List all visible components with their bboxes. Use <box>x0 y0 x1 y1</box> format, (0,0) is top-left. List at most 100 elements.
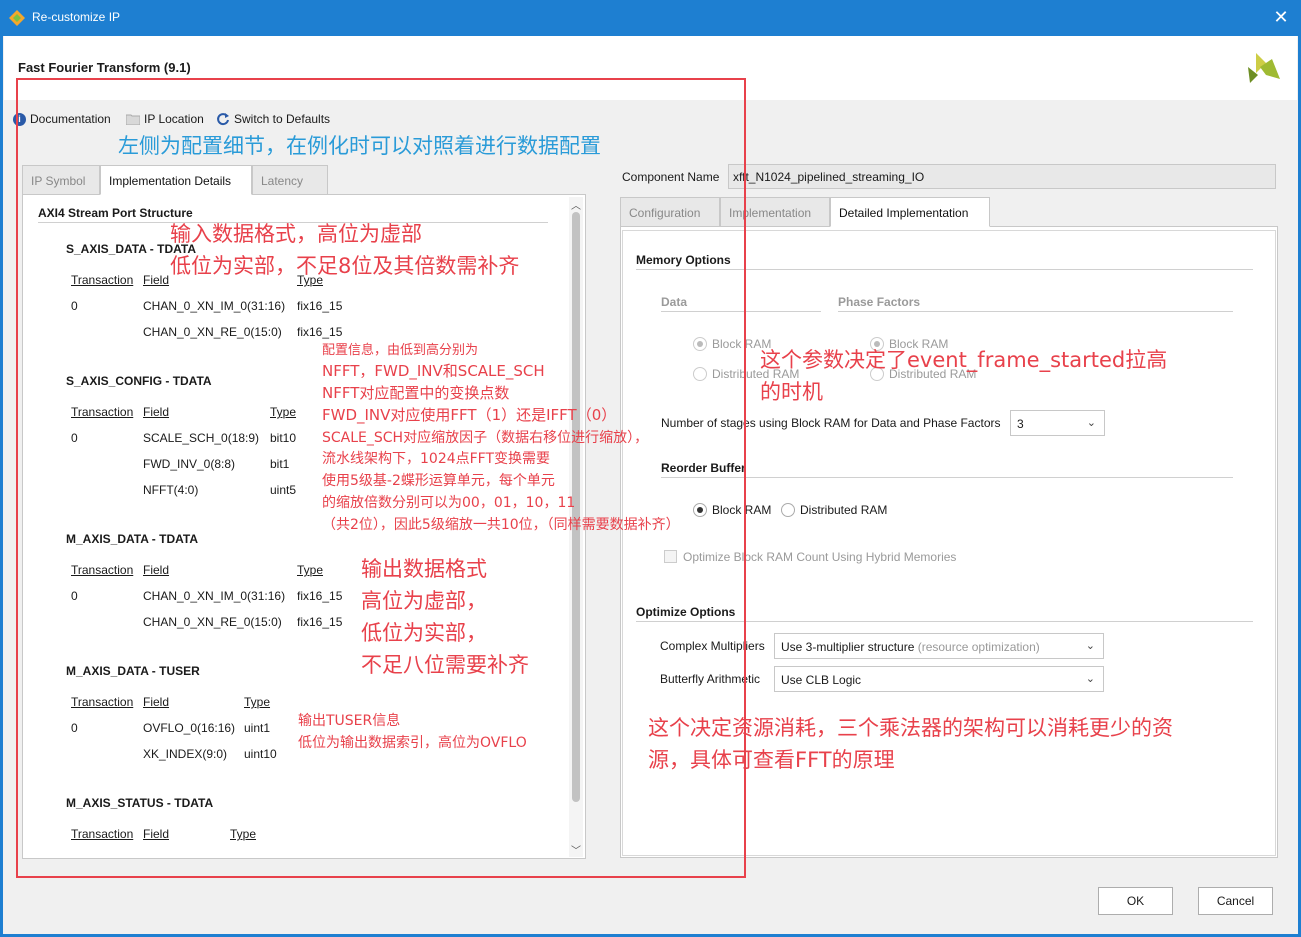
info-icon: i <box>13 112 26 126</box>
annotation-output-format: 不足八位需要补齐 <box>361 653 529 677</box>
switch-defaults-label: Switch to Defaults <box>234 112 331 126</box>
column-header: Type <box>297 563 324 577</box>
header-area <box>4 36 1297 100</box>
column-header: Transaction <box>71 273 134 287</box>
annotation-output-format: 高位为虚部， <box>361 589 487 613</box>
ip-title: Fast Fourier Transform (9.1) <box>18 60 191 75</box>
chevron-down-icon: ⌄ <box>1086 417 1096 429</box>
table-cell: fix16_15 <box>297 615 343 629</box>
table-cell: 0 <box>71 589 78 603</box>
butterfly-arithmetic-value: Use CLB Logic <box>781 673 862 687</box>
stages-value: 3 <box>1017 417 1024 431</box>
ip-location-label: IP Location <box>144 112 204 126</box>
scroll-up-icon[interactable]: ︿ <box>571 197 581 212</box>
tab-ip-symbol[interactable]: IP Symbol <box>22 165 100 195</box>
table-cell: NFFT(4:0) <box>143 483 199 497</box>
annotation-config-line: 配置信息，由低到高分别为 <box>322 343 479 358</box>
annotation-output-format: 输出数据格式 <box>361 557 487 581</box>
annotation-left-note: 左侧为配置细节，在例化时可以对照着进行数据配置 <box>118 134 601 158</box>
table-cell: FWD_INV_0(8:8) <box>143 457 236 471</box>
title-bar: Re-customize IP ✕ <box>0 0 1301 36</box>
annotation-config-line: 流水线架构下，1024点FFT变换需要 <box>322 451 551 467</box>
switch-defaults-button[interactable]: Switch to Defaults <box>216 112 330 126</box>
complex-multipliers-hint: (resource optimization) <box>917 640 1040 654</box>
folder-icon <box>126 114 140 125</box>
group-title: M_AXIS_DATA - TUSER <box>66 664 200 678</box>
table-cell: uint10 <box>244 747 277 761</box>
column-header: Field <box>143 405 170 419</box>
column-header: Field <box>143 563 170 577</box>
table-cell: CHAN_0_XN_RE_0(15:0) <box>143 615 282 629</box>
group-title: M_AXIS_DATA - TDATA <box>66 532 198 546</box>
tab-configuration[interactable]: Configuration <box>620 197 720 227</box>
scroll-down-icon[interactable]: ﹀ <box>571 842 581 857</box>
column-header: Transaction <box>71 827 134 841</box>
memory-options-title: Memory Options <box>636 253 731 267</box>
column-header: Field <box>143 827 170 841</box>
butterfly-arithmetic-label: Butterfly Arithmetic <box>660 672 761 686</box>
data-distributed-ram-radio[interactable] <box>693 367 707 381</box>
annotation-tuser: 输出TUSER信息 <box>298 713 401 729</box>
chevron-down-icon: ⌄ <box>1085 673 1095 685</box>
documentation-label: Documentation <box>30 112 111 126</box>
column-header: Type <box>270 405 297 419</box>
hybrid-memories-checkbox[interactable] <box>664 550 677 563</box>
reorder-distributed-ram-radio[interactable] <box>781 503 795 517</box>
hybrid-memories-label: Optimize Block RAM Count Using Hybrid Me… <box>683 550 957 564</box>
close-icon[interactable]: ✕ <box>1269 6 1293 30</box>
annotation-input-format: 低位为实部，不足8位及其倍数需补齐 <box>170 254 520 278</box>
annotation-multiplier-note: 这个决定资源消耗，三个乘法器的架构可以消耗更少的资 <box>648 716 1173 740</box>
tab-latency[interactable]: Latency <box>252 165 328 195</box>
complex-multipliers-select[interactable]: Use 3-multiplier structure (resource opt… <box>774 633 1104 659</box>
annotation-config-line: NFFT，FWD_INV和SCALE_SCH <box>322 362 545 380</box>
table-cell: CHAN_0_XN_IM_0(31:16) <box>143 589 286 603</box>
cancel-button[interactable]: Cancel <box>1198 887 1273 915</box>
stages-label: Number of stages using Block RAM for Dat… <box>661 416 1001 430</box>
annotation-stages-note: 的时机 <box>760 380 823 404</box>
divider <box>636 269 1253 270</box>
table-cell: CHAN_0_XN_IM_0(31:16) <box>143 299 286 313</box>
group-title: M_AXIS_STATUS - TDATA <box>66 796 214 810</box>
ip-location-button[interactable]: IP Location <box>126 112 204 126</box>
tab-implementation-details[interactable]: Implementation Details <box>100 165 252 195</box>
annotation-config-line: FWD_INV对应使用FFT（1）还是IFFT（0） <box>322 406 617 424</box>
annotation-output-format: 低位为实部， <box>361 621 487 645</box>
divider <box>661 477 1233 478</box>
column-header: Transaction <box>71 695 134 709</box>
column-header: Type <box>244 695 271 709</box>
column-header: Type <box>230 827 257 841</box>
complex-multipliers-value: Use 3-multiplier structure <box>781 640 915 654</box>
annotation-config-line: 使用5级基-2蝶形运算单元，每个单元 <box>322 473 555 489</box>
component-name-label: Component Name <box>622 170 720 184</box>
window-title: Re-customize IP <box>32 10 121 24</box>
table-cell: bit10 <box>270 431 297 445</box>
vivado-logo-icon <box>9 10 25 26</box>
annotation-config-line: NFFT对应配置中的变换点数 <box>322 384 510 402</box>
column-header: Transaction <box>71 405 134 419</box>
reorder-distributed-ram-label: Distributed RAM <box>800 503 888 517</box>
annotation-config-line: （共2位），因此5级缩放一共10位，（同样需要数据补齐） <box>322 517 680 533</box>
column-header: Transaction <box>71 563 134 577</box>
group-title: S_AXIS_CONFIG - TDATA <box>66 374 212 388</box>
annotation-tuser: 低位为输出数据索引，高位为OVFLO <box>298 735 527 751</box>
table-cell: uint5 <box>270 483 297 497</box>
table-cell: fix16_15 <box>297 325 343 339</box>
column-header: Field <box>143 273 170 287</box>
reorder-block-ram-radio[interactable] <box>693 503 707 517</box>
column-header: Field <box>143 695 170 709</box>
table-cell: OVFLO_0(16:16) <box>143 721 236 735</box>
divider <box>838 311 1233 312</box>
documentation-button[interactable]: i Documentation <box>13 112 111 126</box>
data-block-ram-radio[interactable] <box>693 337 707 351</box>
stages-select[interactable]: 3 ⌄ <box>1010 410 1105 436</box>
reorder-block-ram-label: Block RAM <box>712 503 772 517</box>
butterfly-arithmetic-select[interactable]: Use CLB Logic ⌄ <box>774 666 1104 692</box>
component-name-input[interactable]: xfft_N1024_pipelined_streaming_IO <box>728 164 1276 189</box>
divider <box>636 621 1253 622</box>
tab-detailed-implementation[interactable]: Detailed Implementation <box>830 197 990 227</box>
tab-implementation[interactable]: Implementation <box>720 197 830 227</box>
annotation-stages-note: 这个参数决定了event_frame_started拉高 <box>760 348 1168 372</box>
ok-button[interactable]: OK <box>1098 887 1173 915</box>
table-cell: 0 <box>71 721 78 735</box>
table-cell: XK_INDEX(9:0) <box>143 747 228 761</box>
